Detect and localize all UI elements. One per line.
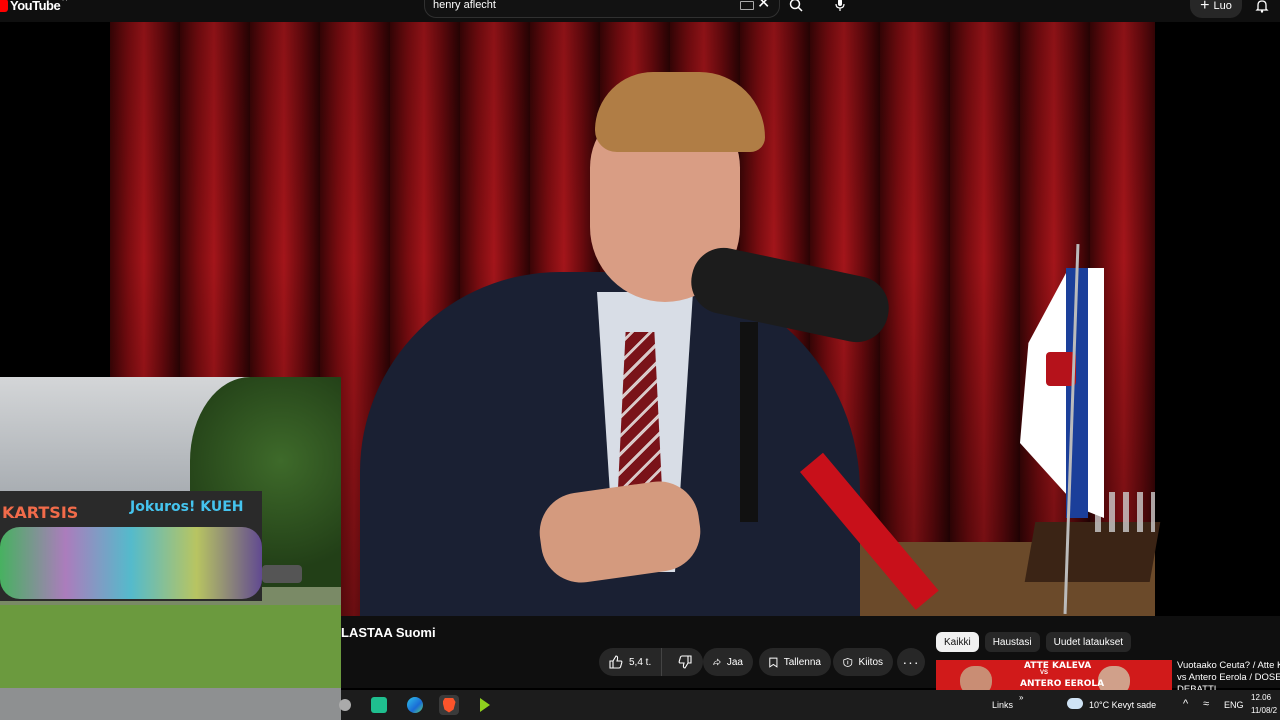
share-label: Jaa bbox=[726, 656, 743, 668]
pip-grass bbox=[0, 605, 341, 700]
thumbnail-text: ATTE KALEVA bbox=[1024, 661, 1092, 671]
like-dislike-group: 5,4 t. bbox=[599, 648, 703, 676]
logo-text: YouTube bbox=[10, 0, 61, 13]
youtube-play-icon bbox=[0, 0, 8, 12]
weather-widget[interactable]: 10°C Kevyt sade bbox=[1089, 700, 1156, 710]
pip-graffiti-tag: KARTSIS bbox=[2, 503, 79, 522]
search-button[interactable] bbox=[782, 0, 810, 18]
clear-search-icon[interactable]: ✕ bbox=[757, 0, 770, 12]
thumbnail-text: ANTERO EEROLA bbox=[1020, 679, 1105, 689]
thanks-icon bbox=[843, 657, 853, 667]
clock-time[interactable]: 12.06 bbox=[1251, 693, 1271, 702]
bookmark-icon bbox=[769, 657, 778, 668]
dislike-button[interactable] bbox=[668, 648, 702, 676]
pip-graffiti-art bbox=[0, 527, 262, 599]
edge-browser-icon[interactable] bbox=[405, 695, 425, 715]
plus-icon: + bbox=[1200, 0, 1210, 14]
taskbar-app-icon[interactable] bbox=[475, 695, 495, 715]
more-icon: ··· bbox=[902, 654, 920, 670]
pip-overlay-video[interactable]: KARTSIS Jokuros! KUEH bbox=[0, 377, 341, 720]
pip-graffiti-tag: Jokuros! KUEH bbox=[130, 499, 244, 515]
share-button[interactable]: Jaa bbox=[703, 648, 753, 676]
chip-new-uploads[interactable]: Uudet lataukset bbox=[1045, 632, 1132, 652]
clock-date[interactable]: 11/08/2 bbox=[1251, 706, 1277, 715]
microphone-icon bbox=[835, 0, 845, 11]
recommended-title-line: Vuotaako Ceuta? / Atte K bbox=[1177, 660, 1280, 671]
like-count: 5,4 t. bbox=[629, 656, 652, 668]
recommended-video-thumbnail[interactable]: ATTE KALEVA VS ANTERO EEROLA bbox=[936, 660, 1172, 690]
video-chess-pieces bbox=[1095, 492, 1155, 532]
logo-region: FI bbox=[62, 0, 68, 3]
thanks-button[interactable]: Kiitos bbox=[833, 648, 893, 676]
thanks-label: Kiitos bbox=[858, 656, 883, 668]
chevron-up-icon[interactable]: ^ bbox=[1183, 698, 1188, 710]
share-icon bbox=[713, 658, 721, 666]
notifications-button[interactable] bbox=[1250, 0, 1274, 18]
windows-taskbar: Links » 10°C Kevyt sade ^ ≈ ENG 12.06 11… bbox=[339, 690, 1280, 720]
like-button[interactable]: 5,4 t. bbox=[599, 648, 663, 676]
chip-all[interactable]: Kaikki bbox=[936, 632, 979, 652]
create-label: Luo bbox=[1213, 0, 1232, 12]
save-button[interactable]: Tallenna bbox=[759, 648, 831, 676]
youtube-logo[interactable]: YouTube FI bbox=[0, 0, 68, 14]
top-bar: YouTube FI ✕ + Luo bbox=[0, 0, 1280, 22]
pip-car bbox=[262, 565, 302, 583]
search-icon bbox=[789, 0, 803, 12]
taskbar-app-icon[interactable] bbox=[335, 695, 355, 715]
more-actions-button[interactable]: ··· bbox=[897, 648, 925, 676]
thumbnail-face bbox=[960, 666, 992, 690]
pip-road bbox=[0, 688, 341, 720]
search-input[interactable] bbox=[433, 0, 723, 13]
brave-browser-icon[interactable] bbox=[439, 695, 459, 715]
thumbnail-text: VS bbox=[1040, 670, 1049, 676]
language-indicator[interactable]: ENG bbox=[1224, 700, 1244, 710]
bell-icon bbox=[1255, 0, 1269, 13]
thumbs-down-icon bbox=[678, 655, 692, 669]
recommended-title-line: vs Antero Eerola / DOSE bbox=[1177, 672, 1280, 683]
keyboard-icon[interactable] bbox=[740, 1, 754, 10]
thumbs-up-icon bbox=[609, 655, 623, 669]
save-label: Tallenna bbox=[783, 656, 821, 668]
links-toolbar[interactable]: Links bbox=[992, 700, 1013, 710]
voice-search-button[interactable] bbox=[826, 0, 854, 18]
create-button[interactable]: + Luo bbox=[1190, 0, 1242, 18]
filter-chips: Kaikki Haustasi Uudet lataukset bbox=[936, 632, 1132, 652]
search-box: ✕ bbox=[424, 0, 780, 18]
chip-for-you[interactable]: Haustasi bbox=[984, 632, 1040, 652]
taskbar-app-icon[interactable] bbox=[369, 695, 389, 715]
cloud-rain-icon bbox=[1067, 698, 1083, 709]
video-title: LASTAA Suomi bbox=[341, 625, 436, 640]
mic-stand bbox=[740, 322, 758, 522]
wifi-icon[interactable]: ≈ bbox=[1203, 698, 1209, 710]
chevron-right-icon[interactable]: » bbox=[1019, 693, 1023, 702]
